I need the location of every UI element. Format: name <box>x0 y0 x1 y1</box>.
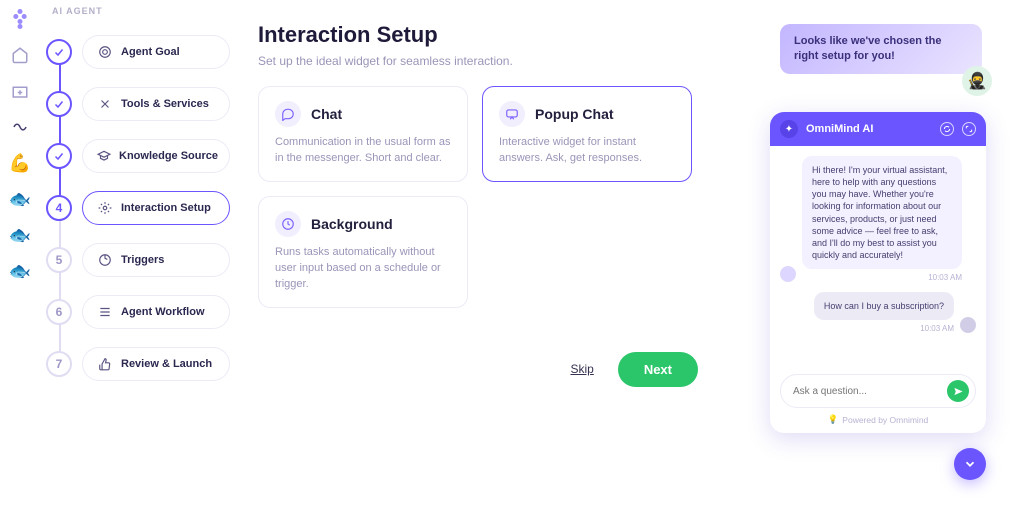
powered-by: 💡 Powered by Omnimind <box>770 414 986 433</box>
step-tools-services[interactable]: Tools & Services <box>82 87 230 121</box>
settings-icon <box>97 200 113 216</box>
wizard-stepper: AI AGENT Agent Goal Tools & Services <box>46 6 236 390</box>
thumbs-up-icon <box>97 356 113 372</box>
workflow-icon <box>97 304 113 320</box>
step-label: Interaction Setup <box>121 202 211 214</box>
ninja-avatar-icon: 🥷 <box>962 66 992 96</box>
popup-chat-icon <box>499 101 525 127</box>
step-label: Agent Goal <box>121 46 180 58</box>
chat-title: OmniMind AI <box>806 123 873 135</box>
send-button[interactable] <box>947 380 969 402</box>
card-desc: Interactive widget for instant answers. … <box>499 135 675 167</box>
new-project-icon[interactable] <box>9 80 31 102</box>
user-avatar-icon <box>960 317 976 333</box>
step-marker-3 <box>46 143 72 169</box>
chat-input[interactable] <box>793 386 941 397</box>
card-popup-chat[interactable]: Popup Chat Interactive widget for instan… <box>482 86 692 182</box>
fish-2-icon[interactable]: 🐟 <box>9 224 31 246</box>
card-title: Chat <box>311 106 342 122</box>
refresh-icon[interactable] <box>940 122 954 136</box>
step-agent-workflow[interactable]: Agent Workflow <box>82 295 230 329</box>
step-marker-6: 6 <box>46 299 72 325</box>
card-chat[interactable]: Chat Communication in the usual form as … <box>258 86 468 182</box>
step-interaction-setup[interactable]: Interaction Setup <box>82 191 230 225</box>
fish-1-icon[interactable]: 🐟 <box>9 188 31 210</box>
step-agent-goal[interactable]: Agent Goal <box>82 35 230 69</box>
main-panel: Interaction Setup Set up the ideal widge… <box>258 22 718 387</box>
step-label: Agent Workflow <box>121 306 205 318</box>
card-background[interactable]: Background Runs tasks automatically with… <box>258 196 468 308</box>
connector-icon[interactable] <box>9 116 31 138</box>
step-marker-2 <box>46 91 72 117</box>
message-time: 10:03 AM <box>814 324 954 333</box>
step-label: Tools & Services <box>121 98 209 110</box>
message-time: 10:03 AM <box>802 273 962 282</box>
trigger-icon <box>97 252 113 268</box>
bot-avatar-icon: ✦ <box>780 120 798 138</box>
expand-icon[interactable] <box>962 122 976 136</box>
assistant-avatar-icon <box>780 266 796 282</box>
chat-fab[interactable] <box>954 448 986 480</box>
graduation-icon <box>97 148 111 164</box>
stepper-heading: AI AGENT <box>52 6 236 16</box>
page-title: Interaction Setup <box>258 22 718 48</box>
muscle-icon[interactable]: 💪 <box>9 152 31 174</box>
tip-bubble: Looks like we've chosen the right setup … <box>780 24 982 74</box>
chat-input-wrap <box>780 374 976 408</box>
brand-logo-icon[interactable] <box>9 8 31 30</box>
step-label: Triggers <box>121 254 164 266</box>
page-subtitle: Set up the ideal widget for seamless int… <box>258 54 718 68</box>
chat-widget-preview: ✦ OmniMind AI Hi there! I'm your virtual… <box>770 112 986 433</box>
step-label: Review & Launch <box>121 358 212 370</box>
target-icon <box>97 44 113 60</box>
card-title: Popup Chat <box>535 106 614 122</box>
tools-icon <box>97 96 113 112</box>
step-triggers[interactable]: Triggers <box>82 243 230 277</box>
chat-header: ✦ OmniMind AI <box>770 112 986 146</box>
home-icon[interactable] <box>9 44 31 66</box>
fish-3-icon[interactable]: 🐟 <box>9 260 31 282</box>
assistant-message: Hi there! I'm your virtual assistant, he… <box>802 156 962 269</box>
left-nav-rail: 💪 🐟 🐟 🐟 <box>0 0 40 513</box>
step-marker-4: 4 <box>46 195 72 221</box>
step-marker-5: 5 <box>46 247 72 273</box>
step-review-launch[interactable]: Review & Launch <box>82 347 230 381</box>
next-button[interactable]: Next <box>618 352 698 387</box>
chat-bubble-icon <box>275 101 301 127</box>
background-icon <box>275 211 301 237</box>
step-knowledge-source[interactable]: Knowledge Source <box>82 139 230 173</box>
card-desc: Runs tasks automatically without user in… <box>275 245 451 293</box>
card-desc: Communication in the usual form as in th… <box>275 135 451 167</box>
step-marker-1 <box>46 39 72 65</box>
user-message: How can I buy a subscription? <box>814 292 954 320</box>
bulb-icon: 💡 <box>828 414 839 425</box>
step-marker-7: 7 <box>46 351 72 377</box>
card-title: Background <box>311 216 393 232</box>
step-label: Knowledge Source <box>119 150 218 162</box>
skip-link[interactable]: Skip <box>570 362 593 376</box>
